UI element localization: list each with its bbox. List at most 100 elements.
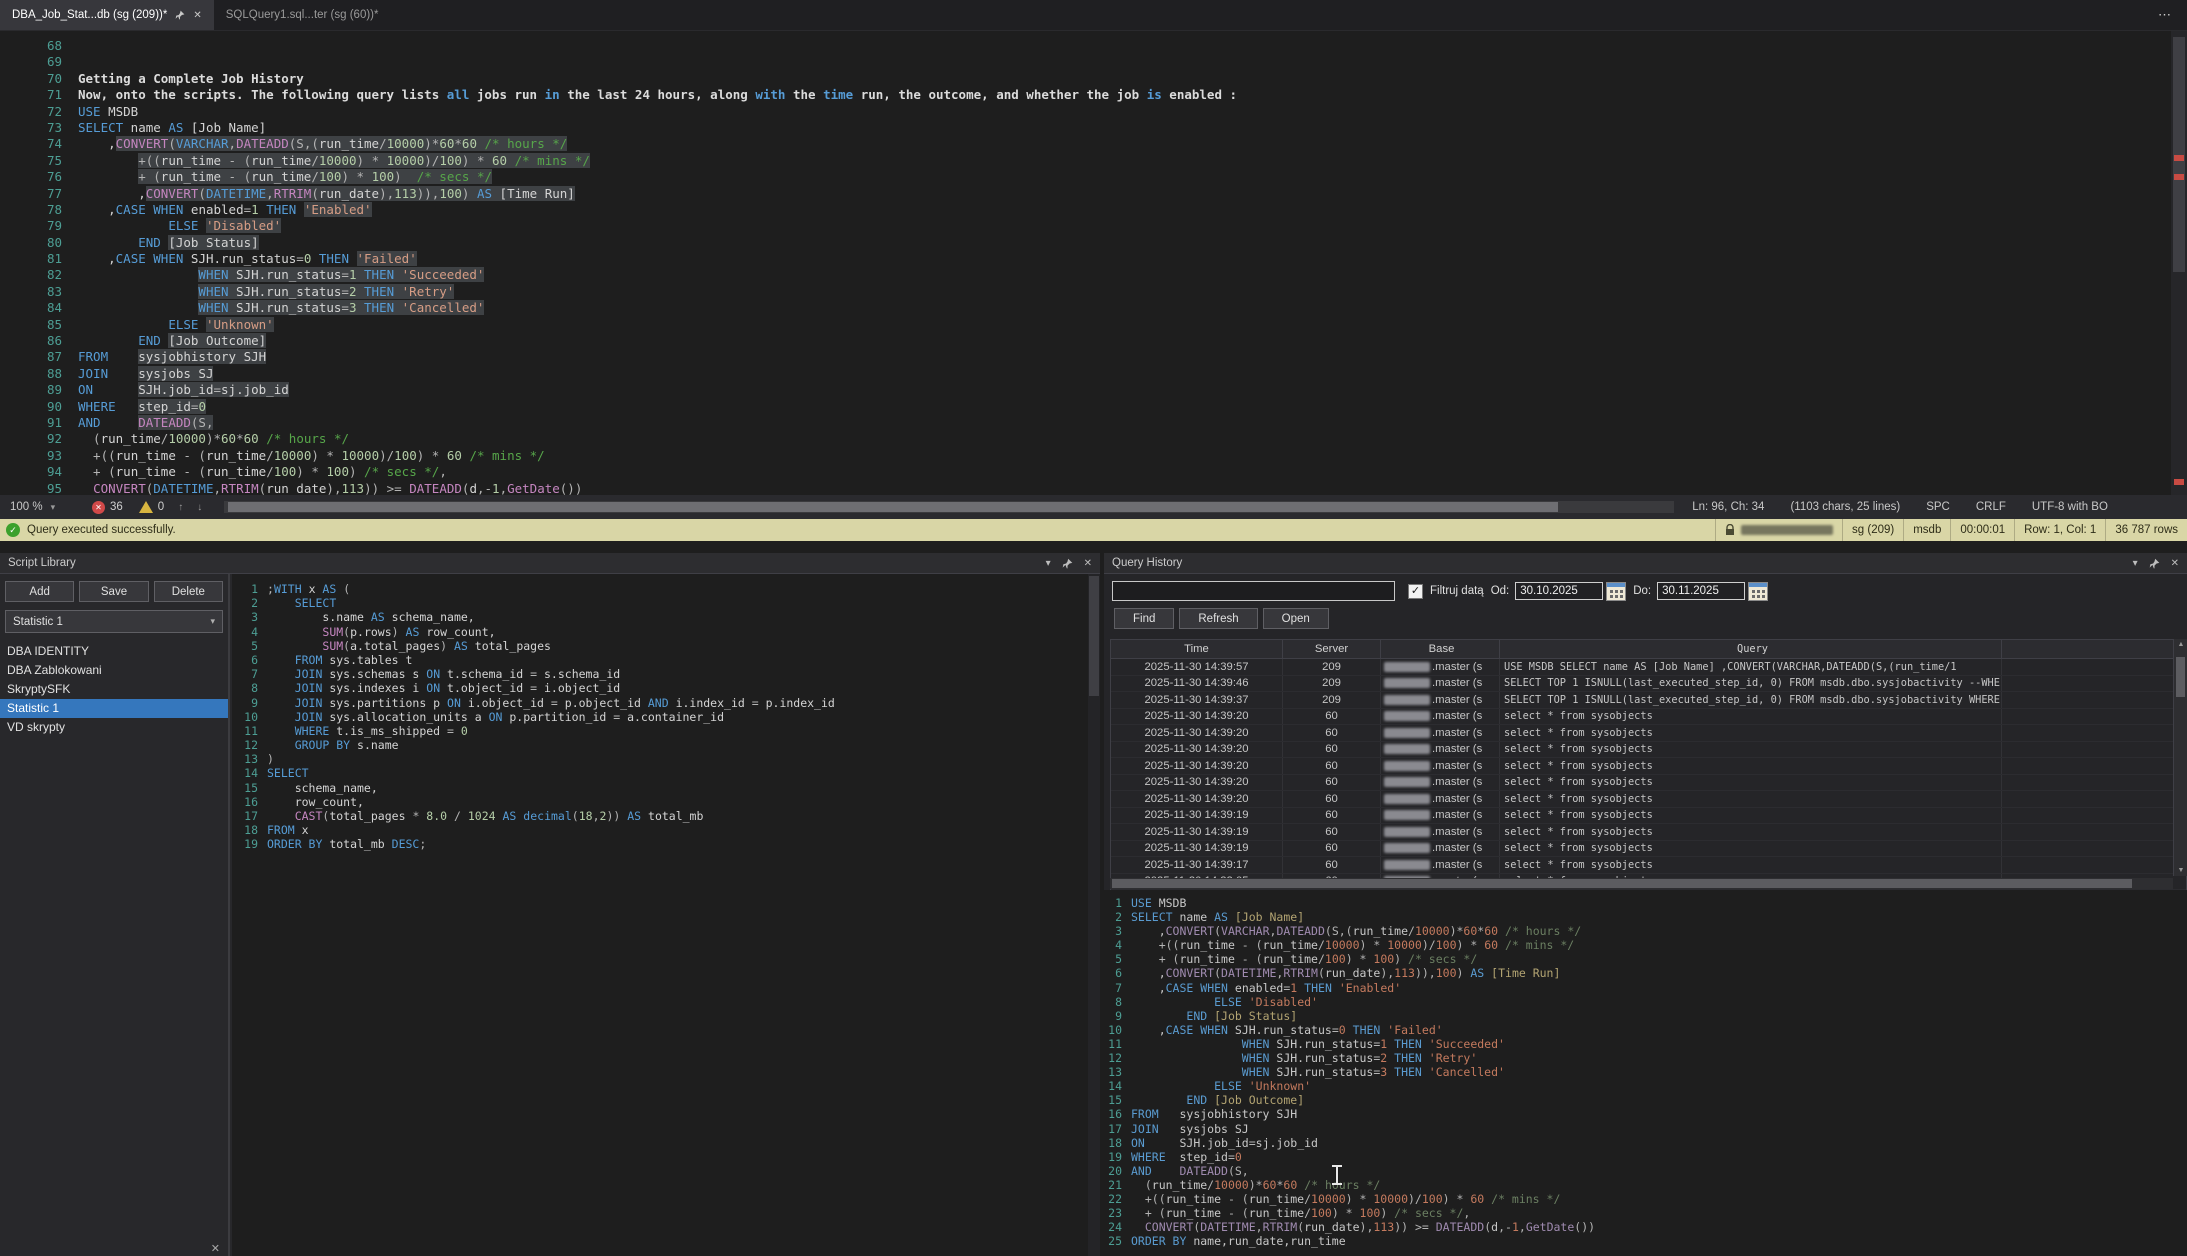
script-category-select[interactable]: Statistic 1 ▾ [5,610,223,633]
scrollbar-thumb[interactable] [2176,657,2185,697]
code-line: 83 WHEN SJH.run_status=2 THEN 'Retry' [0,284,2171,300]
chevron-down-icon[interactable]: ▾ [2133,558,2138,569]
library-save-button[interactable]: Save [79,581,148,602]
history-row[interactable]: 2025-11-30 14:39:2060.master (sselect * … [1111,758,2186,775]
history-row[interactable]: 2025-11-30 14:39:2060.master (sselect * … [1111,709,2186,726]
code-line: 15 END [Job Outcome] [1104,1093,2187,1107]
history-row[interactable]: 2025-11-30 14:39:1960.master (sselect * … [1111,841,2186,858]
close-icon[interactable]: ✕ [211,1242,220,1255]
scroll-up-icon[interactable]: ▲ [2174,641,2187,648]
script-list-item[interactable]: DBA IDENTITY [0,642,228,661]
column-header[interactable]: Base [1381,640,1500,658]
pin-icon[interactable] [1062,558,1073,569]
main-sql-editor[interactable]: 686970Getting a Complete Job History71No… [0,31,2171,495]
code-line: 2SELECT name AS [Job Name] [1104,910,2187,924]
table-cell: 2025-11-30 14:39:19 [1111,824,1283,840]
query-preview-editor[interactable]: 1USE MSDB2SELECT name AS [Job Name]3 ,CO… [1104,890,2187,1256]
table-horizontal-scrollbar[interactable] [1110,878,2173,889]
search-input[interactable] [1112,581,1395,601]
zoom-level: 100 % [10,501,43,513]
script-editor-scrollbar[interactable] [1088,574,1100,1256]
editor-horizontal-scrollbar[interactable] [224,501,1674,513]
indent-mode[interactable]: SPC [1926,501,1950,513]
line-number: 80 [0,235,78,251]
column-header[interactable] [2002,640,2186,658]
code-line: 69 [0,54,2171,70]
line-number: 21 [1104,1178,1131,1192]
code-line: 20AND DATEADD(S, [1104,1164,2187,1178]
close-icon[interactable]: ✕ [193,10,201,21]
calendar-icon[interactable] [1748,582,1768,601]
code-line: 1;WITH x AS ( [232,582,1100,596]
table-vertical-scrollbar[interactable]: ▲ ▼ [2173,639,2187,876]
history-row[interactable]: 2025-11-30 14:39:1960.master (sselect * … [1111,824,2186,841]
scrollbar-thumb[interactable] [1089,576,1099,696]
chevron-down-icon[interactable]: ▾ [1046,558,1051,569]
table-cell [2002,725,2186,741]
more-tabs-icon[interactable]: ⋯ [2144,0,2187,30]
history-row[interactable]: 2025-11-30 14:39:2060.master (sselect * … [1111,775,2186,792]
table-cell: .master (s [1381,857,1500,873]
history-row[interactable]: 2025-11-30 14:39:2060.master (sselect * … [1111,725,2186,742]
line-number: 3 [232,610,267,624]
line-number: 3 [1104,924,1131,938]
date-from-input[interactable] [1515,582,1603,600]
history-refresh-button[interactable]: Refresh [1179,608,1257,629]
history-row[interactable]: 2025-11-30 14:39:46209.master (sSELECT T… [1111,676,2186,693]
code-line: 74 ,CONVERT(VARCHAR,DATEADD(S,(run_time/… [0,136,2171,152]
query-result-bar: ✓ Query executed successfully. sg (209) … [0,519,2187,541]
code-line: 1USE MSDB [1104,896,2187,910]
script-list-item[interactable]: SkryptySFK [0,680,228,699]
column-header[interactable]: Time [1111,640,1283,658]
history-row[interactable]: 2025-11-30 14:39:2060.master (sselect * … [1111,791,2186,808]
history-row[interactable]: 2025-11-30 14:39:37209.master (sSELECT T… [1111,692,2186,709]
library-add-button[interactable]: Add [5,581,74,602]
scroll-down-icon[interactable]: ▼ [2174,867,2187,874]
panel-title-bar[interactable]: Script Library ▾ ✕ [0,553,1100,574]
warning-icon[interactable] [139,501,153,513]
date-to-input[interactable] [1657,582,1745,600]
close-icon[interactable]: ✕ [2171,558,2179,569]
code-line: 73SELECT name AS [Job Name] [0,120,2171,136]
document-tab[interactable]: DBA_Job_Stat...db (sg (209))*✕ [0,0,214,30]
pin-icon[interactable] [2149,558,2160,569]
history-row[interactable]: 2025-11-30 14:39:1760.master (sselect * … [1111,857,2186,874]
document-tab[interactable]: SQLQuery1.sql...ter (sg (60))* [214,0,391,30]
history-find-button[interactable]: Find [1114,608,1174,629]
history-row[interactable]: 2025-11-30 14:39:2060.master (sselect * … [1111,742,2186,759]
calendar-icon[interactable] [1606,582,1626,601]
line-number: 87 [0,349,78,365]
zoom-control[interactable]: 100 % ▾ [0,501,78,513]
line-number: 6 [1104,966,1131,980]
history-row[interactable]: 2025-11-30 14:39:57209.master (sUSE MSDB… [1111,659,2186,676]
line-number: 8 [232,681,267,695]
error-icon[interactable]: ✕ [92,501,105,514]
pin-icon[interactable] [175,10,185,20]
column-header[interactable]: Query [1500,640,2002,658]
editor-vertical-scrollbar[interactable] [2171,31,2187,495]
line-ending[interactable]: CRLF [1976,501,2006,513]
library-delete-button[interactable]: Delete [154,581,223,602]
scrollbar-thumb[interactable] [228,502,1558,512]
script-list-item[interactable]: DBA Zablokowani [0,661,228,680]
code-line: 3 ,CONVERT(VARCHAR,DATEADD(S,(run_time/1… [1104,924,2187,938]
table-cell: 2025-11-30 14:39:20 [1111,725,1283,741]
line-number: 12 [1104,1051,1131,1065]
table-cell: 2025-11-30 14:39:37 [1111,692,1283,708]
script-list-item[interactable]: VD skrypty [0,718,228,737]
prev-change-icon[interactable]: ↑ [178,502,183,513]
filter-date-checkbox[interactable]: ✓ [1408,584,1423,599]
scrollbar-thumb[interactable] [1112,879,2132,888]
close-icon[interactable]: ✕ [1084,558,1092,569]
next-change-icon[interactable]: ↓ [197,502,202,513]
encoding[interactable]: UTF-8 with BO [2032,501,2108,513]
script-editor[interactable]: 1;WITH x AS (2 SELECT3 s.name AS schema_… [232,574,1100,1256]
script-list-item[interactable]: Statistic 1 [0,699,228,718]
tab-label: SQLQuery1.sql...ter (sg (60))* [226,9,379,21]
history-open-button[interactable]: Open [1263,608,1329,629]
history-row[interactable]: 2025-11-30 14:39:1960.master (sselect * … [1111,808,2186,825]
column-header[interactable]: Server [1283,640,1381,658]
redacted-server-name [1384,711,1430,721]
panel-title-bar[interactable]: Query History ▾ ✕ [1104,553,2187,574]
code-line: 76 + (run_time - (run_time/100) * 100) /… [0,169,2171,185]
